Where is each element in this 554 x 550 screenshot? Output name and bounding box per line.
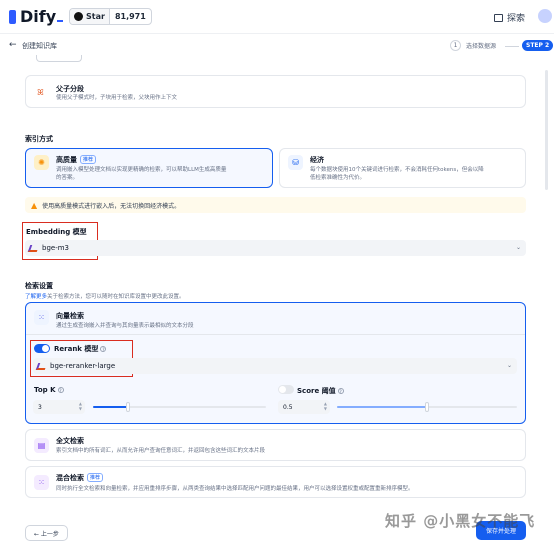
- embedding-model-label: Embedding 模型: [26, 228, 87, 236]
- economy-description: 每个数据块使用10个关键词进行检索，不会消耗任何tokens，但会以降 低检索准…: [310, 167, 484, 181]
- step-2-badge: STEP 2: [522, 40, 554, 51]
- embedding-model-select[interactable]: bge-m3 ⌄: [25, 240, 526, 256]
- top-k-slider-fill: [93, 406, 128, 408]
- score-slider-fill: [337, 406, 427, 408]
- warning-icon: ▲: [31, 200, 38, 210]
- hybrid-search-option[interactable]: ⁙ 混合检索 推荐 同时执行全文检索和向量检索，并应用重排序步骤，从两类查询结果中…: [25, 466, 526, 498]
- github-star-button[interactable]: Star 81,971: [69, 8, 152, 25]
- learn-more-link[interactable]: 了解更多: [25, 294, 47, 300]
- vector-search-description: 通过生成查询嵌入并查询与其向量表示最相似的文本分段: [56, 323, 194, 329]
- recommended-badge: 推荐: [80, 155, 97, 164]
- top-k-slider[interactable]: [93, 402, 266, 412]
- high-quality-icon: ✺: [34, 155, 49, 170]
- top-k-label: Top K?: [34, 386, 64, 394]
- hybrid-search-description: 同时执行全文检索和向量检索，并应用重排序步骤，从两类查询结果中选择匹配用户问题的…: [56, 486, 414, 492]
- parent-child-icon: ꕤ: [37, 87, 44, 97]
- help-icon: ?: [100, 346, 107, 352]
- score-threshold-toggle[interactable]: [278, 385, 294, 394]
- brand-logo[interactable]: Dify: [20, 7, 64, 26]
- explore-icon: [494, 13, 503, 22]
- model-provider-icon: [37, 362, 46, 370]
- model-provider-icon: [29, 244, 38, 252]
- dify-logo-icon: [9, 10, 16, 24]
- recommended-badge: 推荐: [87, 473, 104, 482]
- vector-search-icon: ⁙: [34, 310, 49, 325]
- score-threshold-label: Score 阈值?: [297, 387, 344, 395]
- top-k-slider-handle[interactable]: [125, 402, 130, 412]
- economy-option[interactable]: ⛁ 经济 每个数据块使用10个关键词进行检索，不会消耗任何tokens，但会以降…: [279, 148, 526, 188]
- page-title: 创建知识库: [22, 42, 57, 50]
- hybrid-search-icon: ⁙: [34, 475, 49, 490]
- high-quality-description: 调用嵌入模型处理文档以实现更精确的检索，可以帮助LLM生成高质量 的答案。: [56, 167, 227, 181]
- help-icon: ?: [337, 388, 344, 394]
- full-text-search-option[interactable]: ▤ 全文检索 索引文档中的所有词汇，从而允许用户查询任意词汇，并返回包含这些词汇…: [25, 429, 526, 461]
- chevron-down-icon: ⌄: [506, 362, 512, 369]
- rerank-model-select[interactable]: bge-reranker-large ⌄: [33, 358, 517, 374]
- index-method-title: 索引方式: [25, 135, 53, 143]
- full-text-search-description: 索引文档中的所有词汇，从而允许用户查询任意词汇，并返回包含这些词汇的文本片段: [56, 448, 266, 454]
- github-icon: [74, 12, 83, 21]
- previous-card-edge: [36, 55, 82, 62]
- full-text-search-title: 全文检索: [56, 437, 84, 445]
- stepper-icon[interactable]: ▲ ▼: [324, 401, 327, 411]
- score-threshold-slider[interactable]: [337, 402, 517, 412]
- economy-title: 经济: [310, 156, 324, 164]
- create-knowledge-header: ← 创建知识库 1 选择数据源 STEP 2: [0, 38, 554, 56]
- avatar[interactable]: [538, 9, 552, 23]
- high-quality-title: 高质量 推荐: [56, 155, 97, 165]
- economy-icon: ⛁: [288, 155, 303, 170]
- watermark: 知乎 @小黑女不能飞: [385, 512, 536, 530]
- retrieval-help-text: 了解更多关于检索方法，您可以随时在知识库设置中更改此设置。: [25, 294, 185, 300]
- parent-child-title: 父子分段: [56, 85, 84, 93]
- chevron-down-icon: ⌄: [515, 244, 521, 251]
- rerank-toggle[interactable]: [34, 344, 50, 353]
- top-navigation-bar: Dify Star 81,971 探索: [0, 0, 554, 34]
- back-arrow-icon[interactable]: ←: [9, 40, 17, 50]
- explore-nav-link[interactable]: 探索: [494, 11, 525, 24]
- vector-search-title: 向量检索: [56, 312, 84, 320]
- retrieval-settings-title: 检索设置: [25, 282, 53, 290]
- divider: [26, 334, 525, 335]
- hybrid-search-title: 混合检索 推荐: [56, 473, 104, 483]
- high-quality-option[interactable]: ✺ 高质量 推荐 调用嵌入模型处理文档以实现更精确的检索，可以帮助LLM生成高质量…: [25, 148, 273, 188]
- step-connector: [505, 46, 519, 47]
- score-threshold-input[interactable]: 0.5 ▲ ▼: [278, 400, 330, 414]
- scrollbar[interactable]: [545, 70, 548, 190]
- parent-child-chunk-option[interactable]: ꕤ 父子分段 使用父子模式时，子块用于检索，父块用作上下文: [25, 75, 526, 108]
- full-text-search-icon: ▤: [34, 438, 49, 453]
- help-icon: ?: [57, 387, 64, 393]
- previous-step-button[interactable]: ← 上一步: [25, 525, 68, 541]
- index-mode-warning: ▲ 使用高质量模式进行嵌入后，无法切换回经济模式。: [25, 197, 526, 213]
- rerank-model-label: Rerank 模型?: [54, 345, 107, 353]
- parent-child-description: 使用父子模式时，子块用于检索，父块用作上下文: [56, 95, 178, 101]
- github-star-count: 81,971: [114, 12, 146, 21]
- stepper-icon[interactable]: ▲ ▼: [79, 401, 82, 411]
- score-slider-handle[interactable]: [425, 402, 429, 412]
- top-k-input[interactable]: 3 ▲ ▼: [33, 400, 85, 414]
- step-1-indicator: 1 选择数据源: [450, 40, 496, 51]
